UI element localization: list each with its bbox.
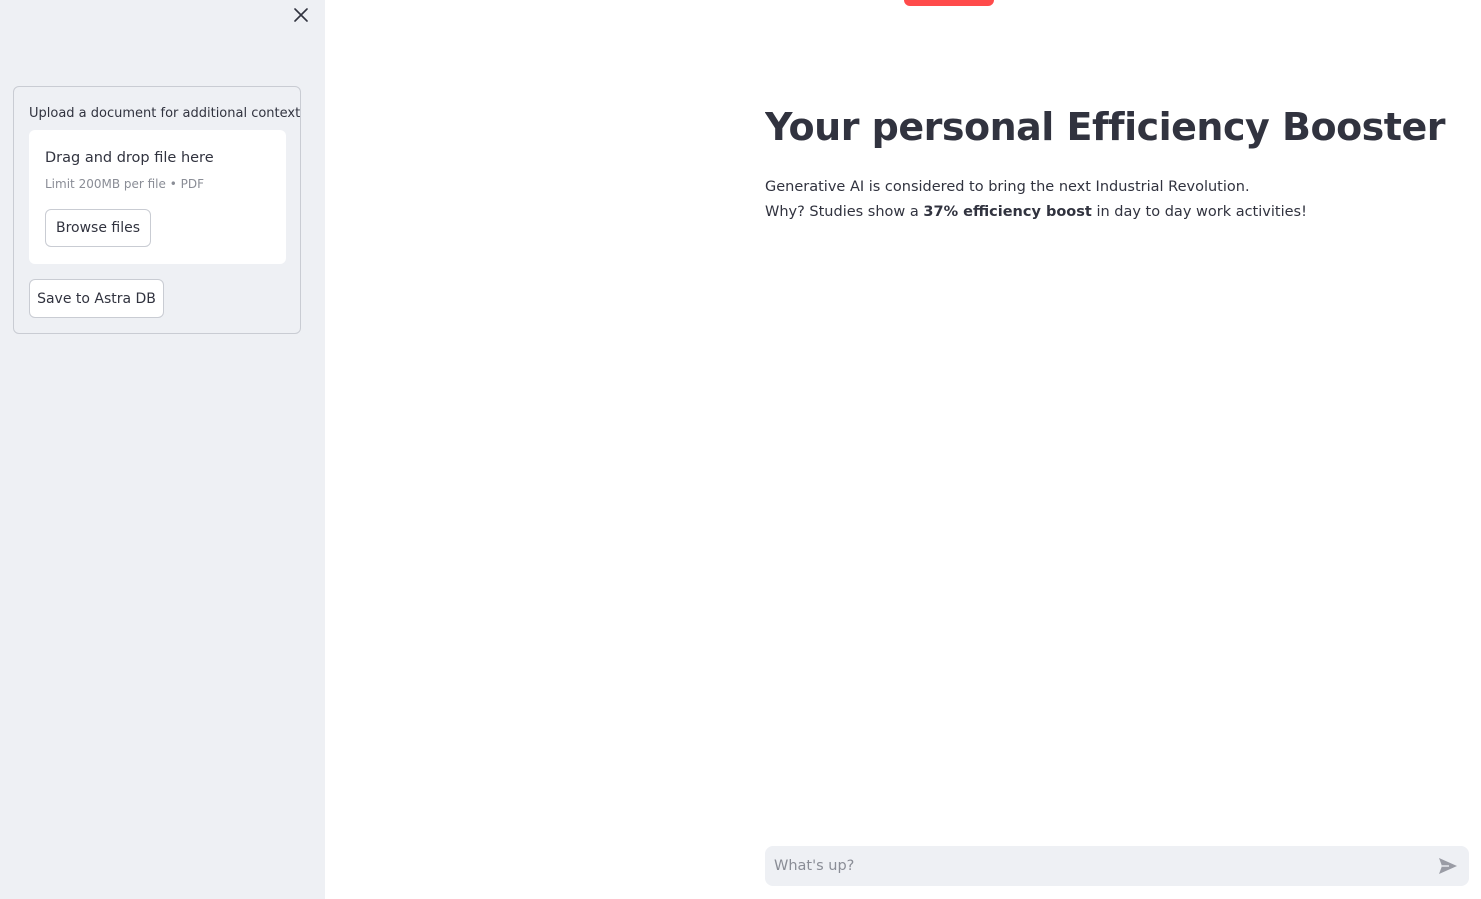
dropzone-limit: Limit 200MB per file • PDF xyxy=(45,177,204,191)
send-icon xyxy=(1439,858,1457,874)
chat-input[interactable] xyxy=(765,846,1425,886)
close-sidebar-button[interactable] xyxy=(290,4,312,26)
intro-line-2-prefix: Why? Studies show a xyxy=(765,204,924,220)
intro-line-2-suffix: in day to day work activities! xyxy=(1091,204,1307,220)
save-to-astra-button[interactable]: Save to Astra DB xyxy=(29,279,164,318)
page-title: Your personal Efficiency Booster xyxy=(765,105,1445,149)
intro-line-1: Generative AI is considered to bring the… xyxy=(765,179,1250,195)
upload-form: Upload a document for additional context… xyxy=(13,86,301,334)
file-dropzone[interactable]: Drag and drop file here Limit 200MB per … xyxy=(29,130,286,264)
intro-line-2: Why? Studies show a 37% efficiency boost… xyxy=(765,200,1307,225)
upload-label: Upload a document for additional context xyxy=(29,106,301,121)
dropzone-title: Drag and drop file here xyxy=(45,150,214,166)
deploy-tab[interactable] xyxy=(904,0,994,6)
chat-input-container xyxy=(765,846,1469,886)
efficiency-highlight: 37% efficiency boost xyxy=(923,204,1092,220)
sidebar: Upload a document for additional context… xyxy=(0,0,325,899)
send-button[interactable] xyxy=(1435,854,1461,878)
intro-text: Generative AI is considered to bring the… xyxy=(765,175,1307,225)
app-root: Upload a document for additional context… xyxy=(0,0,1481,899)
close-icon xyxy=(294,8,308,22)
browse-files-button[interactable]: Browse files xyxy=(45,209,151,247)
